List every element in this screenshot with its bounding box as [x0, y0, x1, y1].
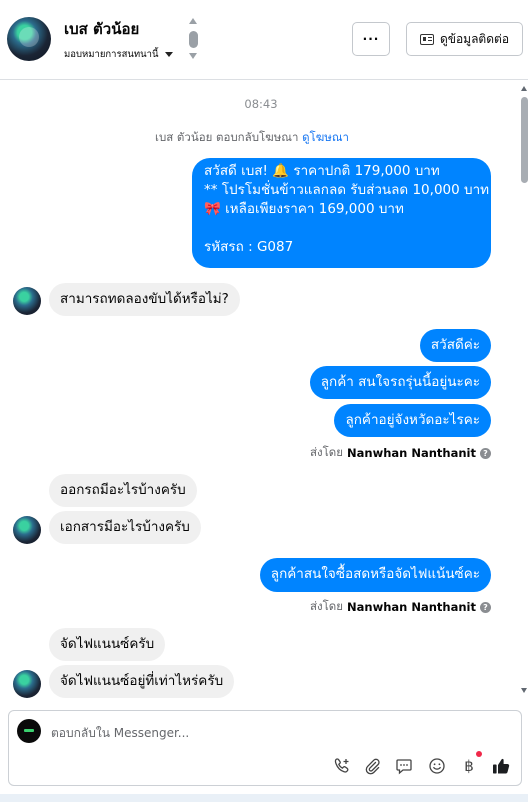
view-contact-info-button[interactable]: ดูข้อมูลติดต่อ: [406, 22, 523, 56]
bottom-edge: [0, 794, 528, 802]
ad-line-3: 🎀 เหลือเพียงราคา 169,000 บาท: [204, 201, 404, 217]
view-ad-link[interactable]: ดูโฆษณา: [302, 130, 349, 144]
contact-avatar[interactable]: [7, 17, 51, 61]
notification-dot: [476, 751, 482, 757]
contact-avatar-small: [13, 516, 41, 544]
like-icon[interactable]: [490, 755, 512, 777]
incoming-message: จัดไฟแนนซ์อยู่ที่เท่าไหร่ครับ: [49, 665, 235, 698]
contact-card-icon: [419, 33, 434, 45]
reply-input[interactable]: [51, 723, 491, 743]
ad-line-2: ** โปรโมชั่นข้าวแลกลด รับส่วนลด 10,000 บ…: [204, 182, 490, 198]
reply-composer: ฿: [8, 710, 522, 786]
navigator-handle: [189, 31, 198, 48]
ad-line-1: สวัสดี เบส! 🔔 ราคาปกติ 179,000 บาท: [204, 163, 440, 179]
scrollbar-thumb[interactable]: [521, 97, 528, 183]
emoji-icon[interactable]: [426, 755, 448, 777]
help-icon[interactable]: ?: [480, 447, 491, 459]
incoming-message: ออกรถมีอะไรบ้างครับ: [49, 474, 197, 507]
baht-icon[interactable]: ฿: [458, 755, 480, 777]
conversation-navigator[interactable]: [187, 18, 199, 62]
incoming-message: สามารถทดลองขับได้หรือไม่?: [49, 283, 240, 316]
more-options-button[interactable]: ···: [352, 22, 390, 56]
ad-reply-text: เบส ตัวน้อย ตอบกลับโฆษณา: [155, 130, 299, 144]
sent-by-name: Nanwhan Nanthanit: [347, 446, 476, 460]
incoming-message: เอกสารมีอะไรบ้างครับ: [49, 511, 201, 544]
assign-conversation-dropdown[interactable]: มอบหมายการสนทนานี้: [64, 47, 173, 62]
chevron-down-icon[interactable]: [189, 53, 197, 59]
phone-plus-icon[interactable]: [331, 755, 353, 777]
view-contact-info-label: ดูข้อมูลติดต่อ: [439, 31, 510, 46]
ad-line-5: รหัสรถ : G087: [204, 239, 294, 255]
sent-by-prefix: ส่งโดย: [309, 445, 344, 459]
message-timestamp: 08:43: [244, 97, 278, 111]
conversation-header: เบส ตัวน้อย มอบหมายการสนทนานี้ ··· ดูข้อ…: [0, 0, 528, 80]
ad-message-bubble: สวัสดี เบส! 🔔 ราคาปกติ 179,000 บาท ** โป…: [192, 158, 491, 268]
incoming-message: จัดไฟแนนซ์ครับ: [49, 628, 166, 661]
outgoing-message: ลูกค้าอยู่จังหวัดอะไรคะ: [334, 404, 491, 437]
contact-name[interactable]: เบส ตัวน้อย: [64, 17, 139, 41]
sent-by-name: Nanwhan Nanthanit: [347, 600, 476, 614]
attach-icon[interactable]: [361, 755, 383, 777]
contact-avatar-small: [13, 670, 41, 698]
saved-reply-icon[interactable]: [393, 755, 415, 777]
chevron-down-icon: [164, 52, 173, 57]
outgoing-message: ลูกค้าสนใจซื้อสดหรือจัดไฟแน้นซ์คะ: [259, 558, 491, 592]
outgoing-message: สวัสดีค่ะ: [419, 329, 491, 362]
sent-by-prefix: ส่งโดย: [309, 599, 344, 613]
page-avatar: [17, 719, 41, 743]
scroll-down-arrow-icon[interactable]: [521, 688, 527, 693]
ad-reply-notice: เบส ตัวน้อย ตอบกลับโฆษณา ดูโฆษณา: [0, 129, 504, 147]
chevron-up-icon[interactable]: [189, 18, 197, 24]
ad-line-4: [204, 219, 479, 238]
outgoing-message: ลูกค้า สนใจรถรุ่นนี้อยู่นะคะ: [309, 366, 491, 399]
scroll-up-arrow-icon[interactable]: [521, 86, 527, 91]
sent-by-label: ส่งโดย Nanwhan Nanthanit ?: [310, 444, 491, 462]
sent-by-label: ส่งโดย Nanwhan Nanthanit ?: [310, 598, 491, 616]
help-icon[interactable]: ?: [480, 601, 491, 613]
assign-label: มอบหมายการสนทนานี้: [64, 49, 159, 60]
contact-avatar-small: [13, 287, 41, 315]
